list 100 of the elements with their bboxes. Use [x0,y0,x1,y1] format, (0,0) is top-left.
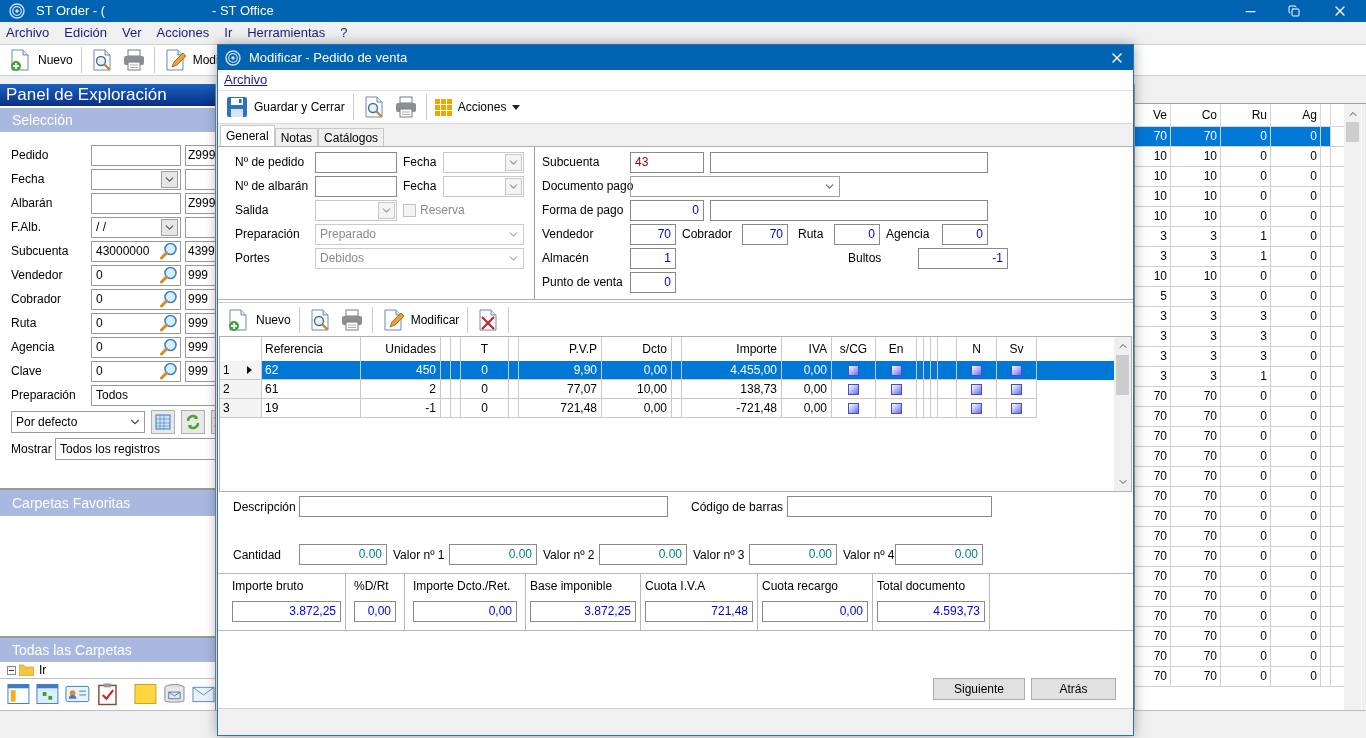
new-button[interactable]: Nuevo [222,305,295,334]
table-cell: -1 [361,399,441,418]
total-field[interactable]: 0,00 [354,601,396,622]
text-field[interactable]: 0 [630,199,704,221]
actions-button[interactable]: Acciones [430,93,525,121]
filter-field[interactable]: 0 [91,336,181,358]
filter-field[interactable]: 0 [91,264,181,286]
dialog-title: Modificar - Pedido de venta [249,48,408,67]
field-label: Punto de venta [542,274,624,291]
filter-field[interactable]: 0 [91,360,181,382]
text-field[interactable]: 70 [630,223,676,245]
row-header-cell[interactable]: 2 [220,380,262,399]
filter-label: Cobrador [10,291,63,308]
table-row[interactable]: 70 70 0 0 [1135,667,1344,687]
filter-label: Vendedor [10,267,64,284]
table-row[interactable]: 70 70 0 0 [1135,427,1344,447]
table-row[interactable]: 70 70 0 0 [1135,647,1344,667]
table-row[interactable]: 70 70 0 0 [1135,627,1344,647]
tree-item[interactable]: Ir [39,661,47,679]
field-label: Agencia [886,226,931,243]
table-cell: 0,00 [602,361,672,380]
menu-item[interactable]: Ir [224,23,233,43]
text-field[interactable]: 0.00 [599,544,687,565]
menu-item[interactable]: Ver [122,23,142,43]
table-row[interactable]: 70 70 0 0 [1135,607,1344,627]
total-field[interactable]: 721,48 [645,601,753,622]
table-row[interactable]: 70 70 0 0 [1135,587,1344,607]
text-field[interactable]: 70 [742,223,788,245]
table-row[interactable]: 3 3 3 0 [1135,347,1344,367]
table-row[interactable]: 70 70 0 0 [1135,387,1344,407]
table-row[interactable]: 3 19 -1 0 721,48 0,00 -721,48 0,00 [220,399,1114,418]
table-row[interactable]: 70 70 0 0 [1135,467,1344,487]
date-field[interactable]: / / [91,216,181,238]
filter-label: Preparación [10,387,77,404]
table-row[interactable]: 3 3 3 0 [1135,327,1344,347]
filter-field[interactable]: Todos [91,384,215,406]
filter-field[interactable]: 0 [91,288,181,310]
table-row[interactable]: 10 10 0 0 [1135,207,1344,227]
filter-field[interactable]: 0 [91,312,181,334]
text-field[interactable]: 0 [630,271,676,293]
text-field[interactable]: 0 [834,223,880,245]
dialog-button[interactable]: Atrás [1031,678,1116,700]
total-field[interactable]: 3.872,25 [530,601,636,622]
table-row[interactable]: 10 10 0 0 [1135,167,1344,187]
table-row[interactable]: 3 3 3 0 [1135,307,1344,327]
table-row[interactable]: 70 70 0 0 [1135,527,1344,547]
text-field[interactable]: 0.00 [895,544,983,565]
table-row[interactable]: 2 61 2 0 77,07 10,00 138,73 0,00 [220,380,1114,399]
field-label: Vendedor [542,226,595,243]
table-row[interactable]: 3 3 1 0 [1135,227,1344,247]
edit-button[interactable]: Modificar [376,305,464,334]
text-field[interactable]: 0 [942,223,988,245]
table-row[interactable]: 70 70 0 0 [1135,487,1344,507]
field-label: Valor nº 2 [543,546,596,564]
total-label: %D/Rt [354,578,390,595]
menu-item[interactable]: Herramientas [247,23,326,43]
table-row[interactable]: 70 70 0 0 [1135,567,1344,587]
table-row[interactable]: 3 3 1 0 [1135,247,1344,267]
text-field[interactable]: 0.00 [299,544,387,565]
table-row[interactable]: 3 3 1 0 [1135,367,1344,387]
total-field[interactable]: 4.593,73 [877,601,985,622]
text-field[interactable]: 0.00 [449,544,537,565]
dialog-button[interactable]: Siguiente [933,678,1025,700]
menu-item[interactable]: ? [340,23,348,43]
table-cell: 0 [1221,667,1271,687]
show-select[interactable]: Todos los registros [55,438,215,460]
table-row[interactable]: 10 10 0 0 [1135,187,1344,207]
menu-item[interactable]: Acciones [156,23,210,43]
table-row[interactable]: 70 70 0 0 [1135,407,1344,427]
table-row[interactable]: 10 10 0 0 [1135,267,1344,287]
tab[interactable]: Catálogos [318,128,385,146]
total-field[interactable]: 0,00 [762,601,868,622]
table-row[interactable]: 70 70 0 0 [1135,507,1344,527]
view-select[interactable]: Por defecto [11,411,145,433]
filter-field[interactable]: 43000000 [91,240,181,262]
tab[interactable]: General [220,125,275,146]
tab[interactable]: Notas [274,128,319,146]
row-header-cell[interactable]: 3 [220,399,262,418]
text-field[interactable]: 1 [630,247,676,269]
save-close-button[interactable]: Guardar y Cerrar [222,93,349,121]
table-row[interactable]: 70 70 0 0 [1135,547,1344,567]
field-label: Preparación [235,226,301,243]
row-header-cell[interactable]: 1 [220,361,262,380]
table-row[interactable]: 10 10 0 0 [1135,147,1344,167]
text-field[interactable]: 43 [630,151,704,173]
total-field[interactable]: 3.872,25 [232,601,341,622]
table-cell: 721,48 [519,399,602,418]
table-cell: 0 [461,361,509,380]
table-row[interactable]: 1 62 450 0 9,90 0,00 4.455,00 0,00 [220,361,1114,380]
text-field[interactable]: 0.00 [749,544,837,565]
text-field[interactable]: -1 [918,247,1008,269]
menu-item[interactable]: Archivo [6,23,50,43]
table-row[interactable]: 70 70 0 0 [1135,127,1344,147]
new-button[interactable]: Nuevo [4,46,77,74]
menu-item[interactable]: Archivo [224,70,268,90]
table-cell: 70 [1135,667,1171,687]
total-field[interactable]: 0,00 [413,601,517,622]
menu-item[interactable]: Edición [64,23,107,43]
table-row[interactable]: 5 3 0 0 [1135,287,1344,307]
table-row[interactable]: 70 70 0 0 [1135,447,1344,467]
